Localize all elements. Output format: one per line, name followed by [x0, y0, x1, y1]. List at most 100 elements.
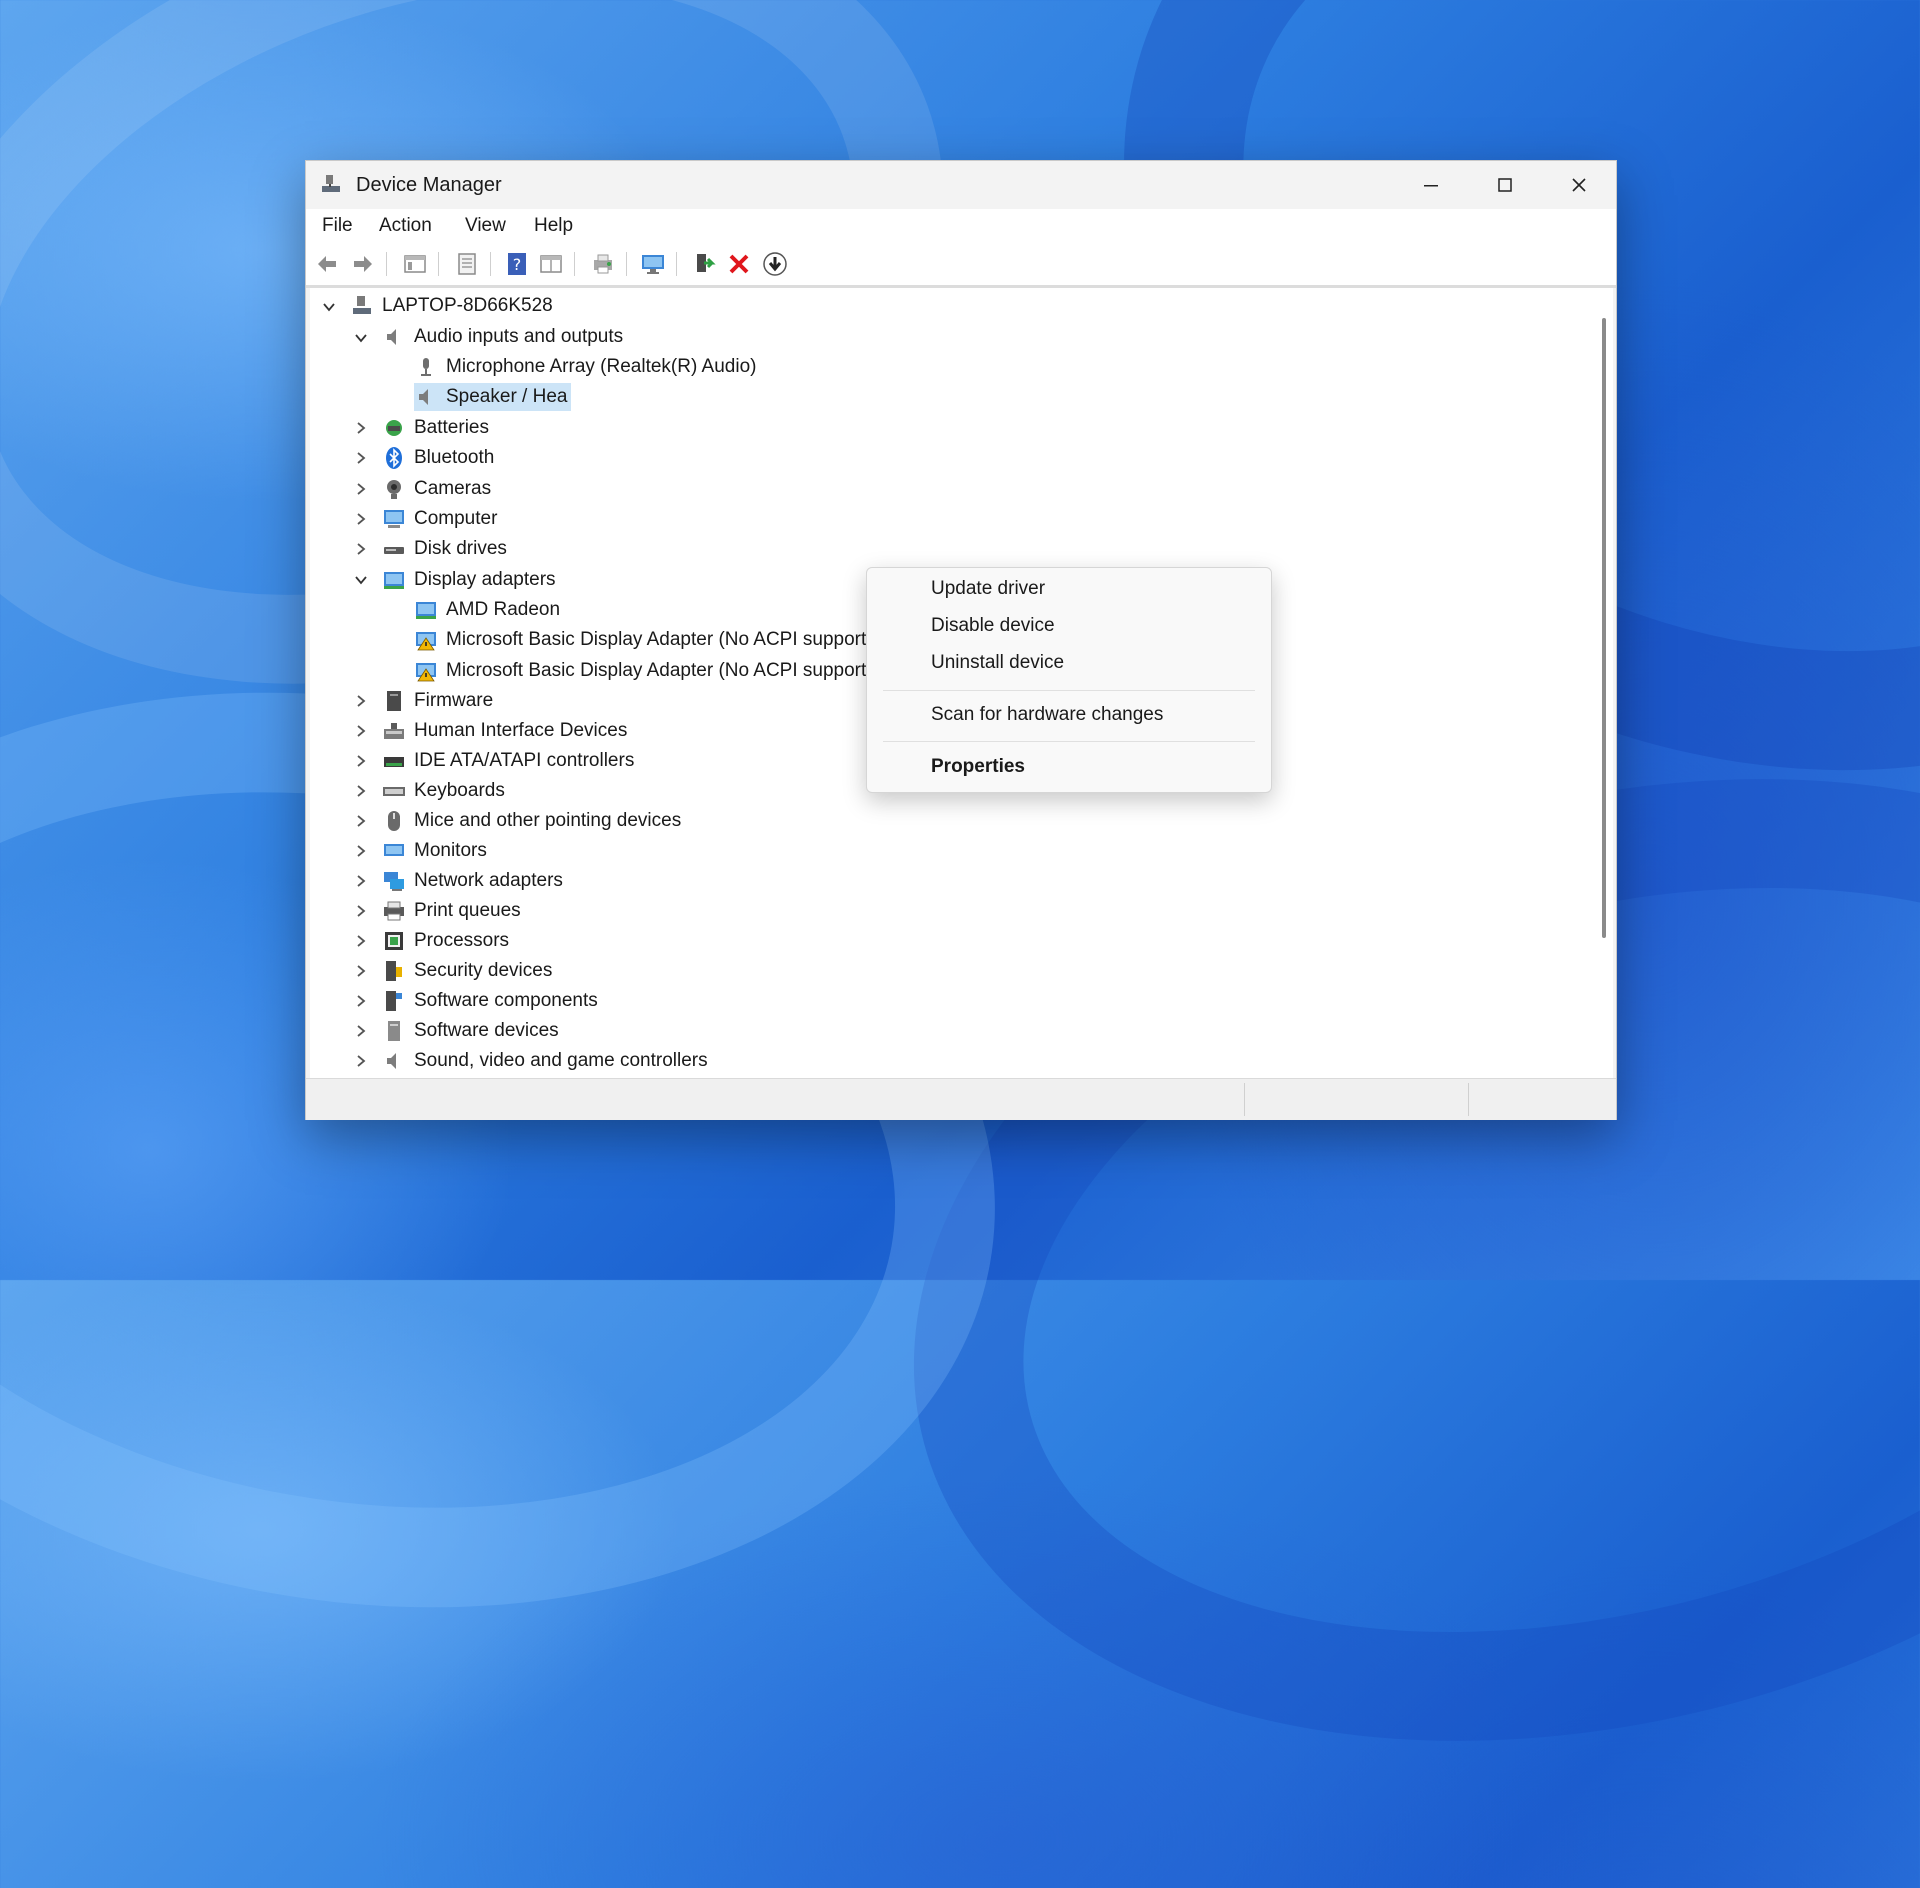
context-uninstall-device[interactable]: Uninstall device [931, 652, 1064, 674]
forward-arrow-icon[interactable] [350, 251, 376, 277]
chevron-right-icon[interactable] [353, 1053, 369, 1069]
security-device-icon [386, 961, 402, 981]
back-arrow-icon[interactable] [314, 251, 340, 277]
warning-display-icon [416, 632, 436, 651]
context-menu-separator [883, 690, 1255, 691]
tree-item-keyboards[interactable]: Keyboards [382, 777, 505, 805]
chevron-right-icon[interactable] [353, 541, 369, 557]
tree-item-basic-display-1[interactable]: Microsoft Basic Display Adapter (No ACPI… [414, 626, 873, 654]
chevron-right-icon[interactable] [353, 753, 369, 769]
title-bar[interactable]: Device Manager [306, 161, 1616, 209]
tree-item-firmware[interactable]: Firmware [382, 687, 493, 715]
chevron-right-icon[interactable] [353, 963, 369, 979]
context-scan-hardware[interactable]: Scan for hardware changes [931, 704, 1163, 726]
tree-item-label: Software devices [414, 1020, 559, 1041]
chevron-right-icon[interactable] [353, 511, 369, 527]
vertical-scrollbar[interactable] [1595, 288, 1613, 1078]
tree-item-label: Monitors [414, 840, 487, 861]
chevron-right-icon[interactable] [353, 903, 369, 919]
tree-item-software-devices[interactable]: Software devices [382, 1017, 559, 1045]
properties-sheet-icon[interactable] [454, 251, 480, 277]
tree-item-hid[interactable]: Human Interface Devices [382, 717, 627, 745]
camera-icon [387, 480, 401, 499]
tree-item-label: IDE ATA/ATAPI controllers [414, 750, 635, 771]
tree-item-label: Speaker / Hea [446, 386, 568, 407]
tree-item-amd-radeon[interactable]: AMD Radeon [414, 596, 560, 624]
close-button[interactable] [1542, 161, 1616, 209]
menu-action[interactable]: Action [379, 215, 432, 237]
chevron-right-icon[interactable] [353, 843, 369, 859]
tree-item-network-adapters[interactable]: Network adapters [382, 867, 563, 895]
menu-bar: File Action View Help [306, 209, 1616, 243]
tree-item-microphone[interactable]: Microphone Array (Realtek(R) Audio) [414, 353, 756, 381]
menu-view[interactable]: View [465, 215, 506, 237]
monitor-icon [384, 844, 404, 856]
tree-item-label: Firmware [414, 690, 494, 711]
tree-item-security-devices[interactable]: Security devices [382, 957, 552, 985]
monitor-icon[interactable] [640, 251, 666, 277]
tree-item-label: Print queues [414, 900, 521, 921]
tree-item-ide[interactable]: IDE ATA/ATAPI controllers [382, 747, 634, 775]
view-icon[interactable] [538, 251, 564, 277]
menu-help[interactable]: Help [534, 215, 573, 237]
chevron-right-icon[interactable] [353, 723, 369, 739]
chevron-down-icon[interactable] [353, 572, 369, 588]
tree-item-mice[interactable]: Mice and other pointing devices [382, 807, 681, 835]
tree-item-monitors[interactable]: Monitors [382, 837, 487, 865]
tree-item-computer[interactable]: Computer [382, 505, 497, 533]
chevron-right-icon[interactable] [353, 1023, 369, 1039]
download-icon[interactable] [762, 251, 788, 277]
help-icon[interactable]: ? [504, 251, 530, 277]
tree-item-processors[interactable]: Processors [382, 927, 509, 955]
chevron-right-icon[interactable] [353, 450, 369, 466]
chevron-down-icon[interactable] [321, 299, 337, 315]
chevron-right-icon[interactable] [353, 693, 369, 709]
tree-item-label: Disk drives [414, 538, 507, 559]
tree-item-label: Human Interface Devices [414, 720, 628, 741]
context-disable-device[interactable]: Disable device [931, 615, 1055, 637]
disk-drive-icon [384, 547, 404, 554]
minimize-button[interactable] [1394, 161, 1468, 209]
tree-item-software-components[interactable]: Software components [382, 987, 598, 1015]
console-tree-icon[interactable] [402, 251, 428, 277]
firmware-icon [387, 691, 401, 711]
chevron-right-icon[interactable] [353, 993, 369, 1009]
chevron-right-icon[interactable] [353, 420, 369, 436]
tree-item-audio[interactable]: Audio inputs and outputs [382, 323, 623, 351]
context-update-driver[interactable]: Update driver [931, 578, 1045, 600]
chevron-right-icon[interactable] [353, 873, 369, 889]
tree-item-basic-display-2[interactable]: Microsoft Basic Display Adapter (No ACPI… [414, 657, 873, 685]
uninstall-icon[interactable] [726, 251, 752, 277]
chevron-right-icon[interactable] [353, 933, 369, 949]
chevron-down-icon[interactable] [353, 330, 369, 346]
chevron-right-icon[interactable] [353, 783, 369, 799]
tree-item-display-adapters[interactable]: Display adapters [382, 566, 556, 594]
tree-item-print-queues[interactable]: Print queues [382, 897, 521, 925]
tree-item-cameras[interactable]: Cameras [382, 475, 491, 503]
tree-item-label: AMD Radeon [446, 599, 561, 620]
speaker-icon [387, 1053, 396, 1069]
print-icon[interactable] [590, 251, 616, 277]
tree-item-sound-video[interactable]: Sound, video and game controllers [382, 1047, 708, 1075]
software-device-icon [388, 1021, 400, 1041]
chevron-right-icon[interactable] [353, 813, 369, 829]
printer-icon [384, 901, 404, 921]
tree-item-bluetooth[interactable]: Bluetooth [382, 444, 494, 472]
tree-root[interactable]: LAPTOP-8D66K528 [350, 292, 553, 320]
tree-item-label: Sound, video and game controllers [414, 1050, 708, 1071]
tree-item-label: Keyboards [414, 780, 505, 801]
ide-controller-icon [384, 757, 404, 767]
maximize-button[interactable] [1468, 161, 1542, 209]
menu-file[interactable]: File [322, 215, 353, 237]
mouse-icon [388, 811, 400, 831]
update-driver-icon[interactable] [690, 251, 716, 277]
processor-icon [385, 932, 403, 950]
chevron-right-icon[interactable] [353, 481, 369, 497]
tree-item-disk-drives[interactable]: Disk drives [382, 535, 507, 563]
tree-item-speaker-selected[interactable]: Speaker / Hea [414, 383, 572, 411]
battery-icon [386, 420, 402, 436]
tree-item-batteries[interactable]: Batteries [382, 414, 489, 442]
context-properties[interactable]: Properties [931, 756, 1025, 778]
scrollbar-thumb[interactable] [1602, 318, 1606, 938]
maximize-icon [1498, 178, 1512, 192]
